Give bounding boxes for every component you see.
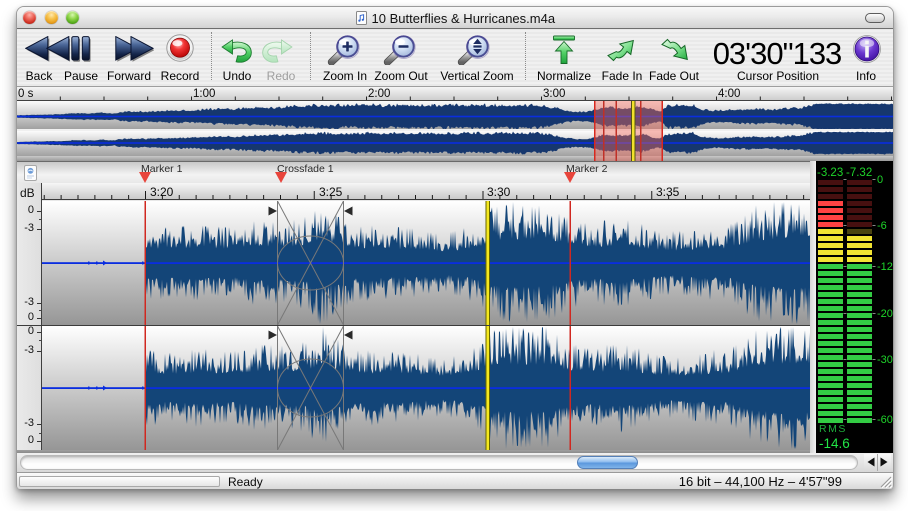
svg-text:0: 0 xyxy=(877,174,883,186)
svg-text:-7.32: -7.32 xyxy=(846,167,872,179)
svg-text:-6: -6 xyxy=(877,220,887,232)
svg-text:-60: -60 xyxy=(877,414,893,426)
svg-text:RMS: RMS xyxy=(819,423,847,435)
svg-text:-12: -12 xyxy=(877,261,893,273)
svg-text:-30: -30 xyxy=(877,354,893,366)
svg-text:-20: -20 xyxy=(877,308,893,320)
svg-text:-3.23: -3.23 xyxy=(817,167,843,179)
svg-text:-14.6: -14.6 xyxy=(819,436,850,451)
